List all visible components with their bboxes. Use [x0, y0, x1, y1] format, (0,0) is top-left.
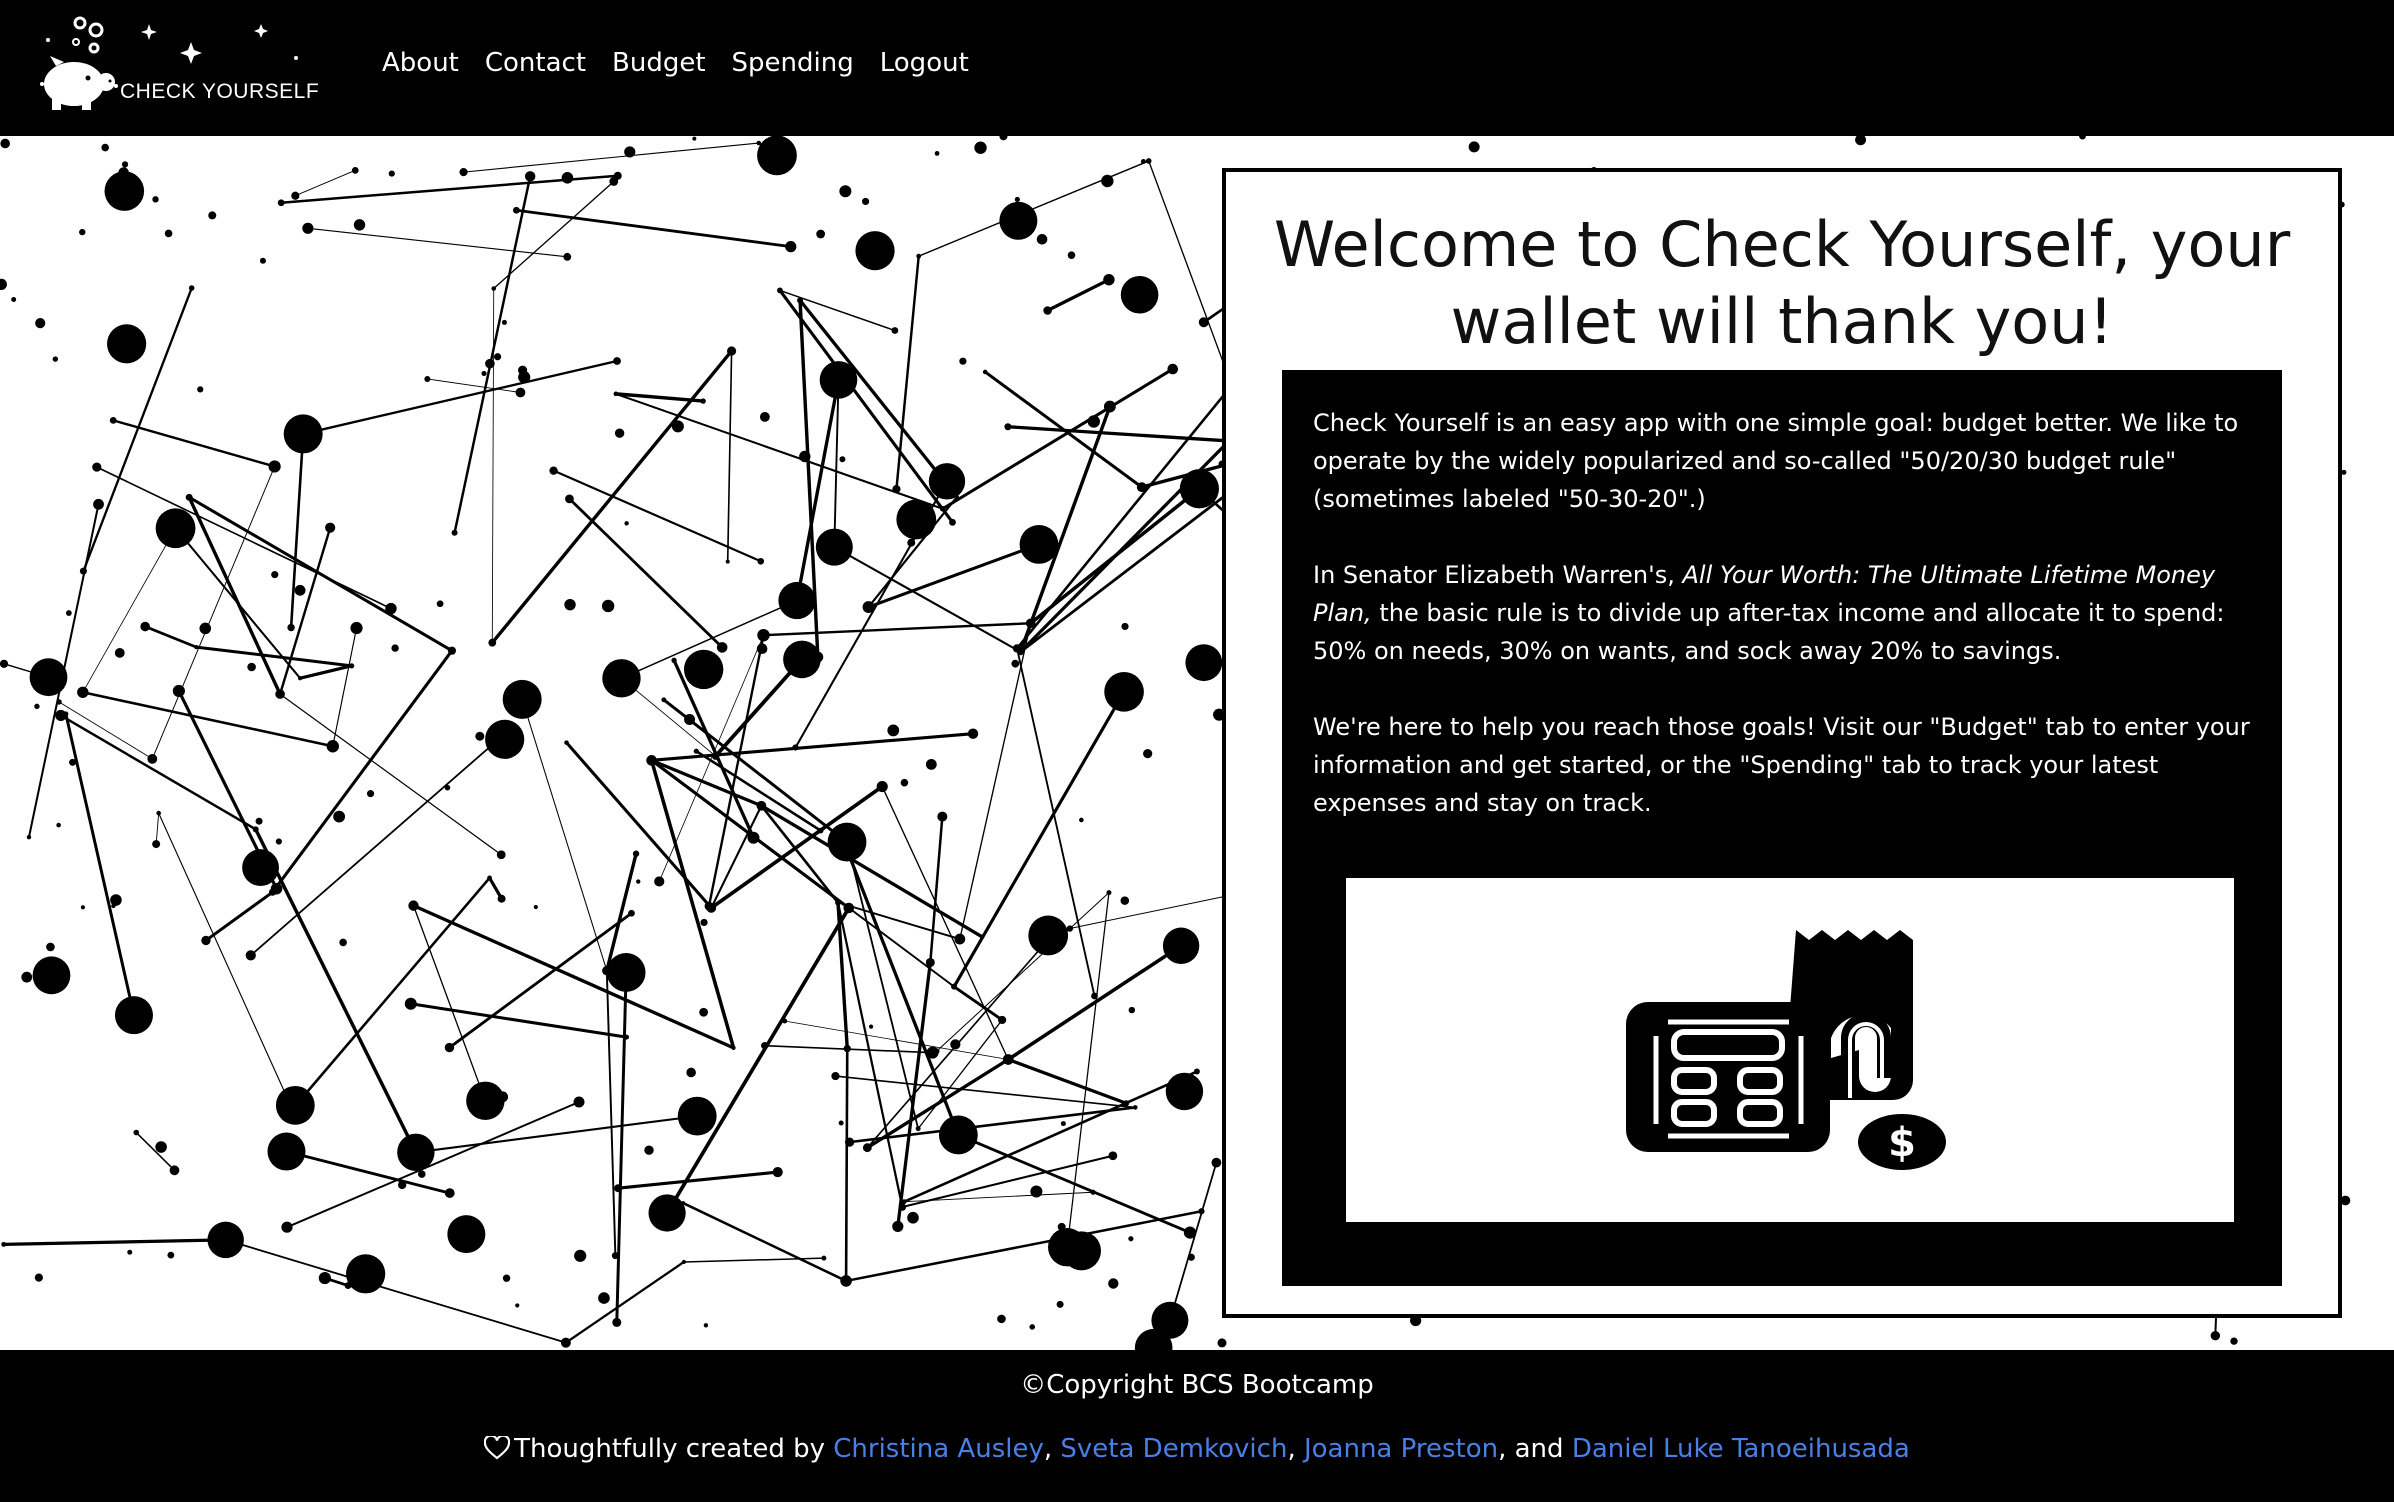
- rule-text-start: In Senator Elizabeth Warren's,: [1313, 561, 1683, 589]
- credits-separator: ,: [1043, 1434, 1061, 1464]
- copyright-text: ©Copyright BCS Bootcamp: [1020, 1370, 1374, 1400]
- credits-separator: , and: [1498, 1434, 1572, 1464]
- credits-line: Thoughtfully created by Christina Ausley…: [0, 1434, 2394, 1464]
- illustration-box: $: [1346, 878, 2234, 1222]
- author-link-christina[interactable]: Christina Ausley: [833, 1434, 1044, 1464]
- author-link-joanna[interactable]: Joanna Preston: [1304, 1434, 1498, 1464]
- navbar: CHECK YOURSELF About Contact Budget Spen…: [0, 0, 2394, 136]
- call-to-action-paragraph: We're here to help you reach those goals…: [1313, 713, 2250, 817]
- footer: ©Copyright BCS Bootcamp Thoughtfully cre…: [0, 1350, 2394, 1502]
- welcome-title: Welcome to Check Yourself, your wallet w…: [1273, 208, 2291, 358]
- author-link-daniel[interactable]: Daniel Luke Tanoeihusada: [1572, 1434, 1910, 1464]
- rule-text-end: the basic rule is to divide up after-tax…: [1313, 599, 2225, 665]
- brand-logo[interactable]: CHECK YOURSELF: [36, 14, 336, 114]
- nav-link-about[interactable]: About: [382, 48, 459, 78]
- info-panel: Check Yourself is an easy app with one s…: [1282, 370, 2282, 1286]
- heart-icon: [484, 1436, 511, 1460]
- intro-paragraph: Check Yourself is an easy app with one s…: [1313, 409, 2239, 513]
- credits-separator: ,: [1287, 1434, 1304, 1464]
- welcome-card: Welcome to Check Yourself, your wallet w…: [1222, 168, 2342, 1318]
- brand-text: CHECK YOURSELF: [120, 80, 320, 103]
- rule-paragraph: In Senator Elizabeth Warren's, All Your …: [1313, 556, 2263, 670]
- nav-link-logout[interactable]: Logout: [880, 48, 969, 78]
- author-link-sveta[interactable]: Sveta Demkovich: [1060, 1434, 1287, 1464]
- nav-links: About Contact Budget Spending Logout: [382, 48, 995, 78]
- svg-text:$: $: [1888, 1120, 1916, 1166]
- nav-link-budget[interactable]: Budget: [612, 48, 706, 78]
- info-text: Check Yourself is an easy app with one s…: [1313, 404, 2263, 860]
- calculator-receipt-dollar-icon: $: [1626, 930, 1946, 1170]
- nav-link-spending[interactable]: Spending: [732, 48, 854, 78]
- credits-prefix: Thoughtfully created by: [514, 1434, 834, 1464]
- nav-link-contact[interactable]: Contact: [485, 48, 586, 78]
